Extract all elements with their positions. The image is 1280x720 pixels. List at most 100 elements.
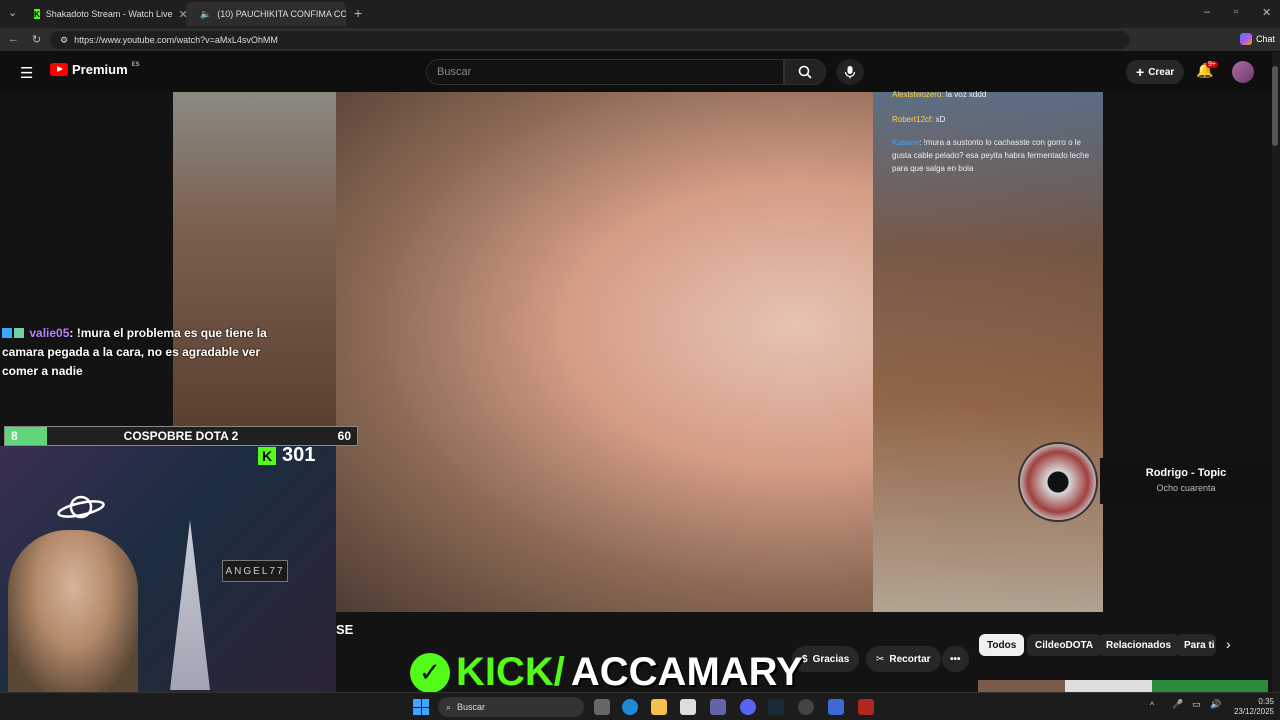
chip-label: Para ti xyxy=(1184,639,1215,651)
chevron-right-icon[interactable]: › xyxy=(1226,636,1231,652)
overlay-chat-user: Kusane xyxy=(892,138,920,147)
maximize-icon[interactable]: ▫ xyxy=(1234,6,1238,18)
kick-favicon-icon: K xyxy=(34,9,40,19)
tab-kick[interactable]: K Shakadoto Stream - Watch Live ✕ xyxy=(26,2,186,26)
new-tab-plus-icon[interactable]: + xyxy=(354,5,362,21)
logo-text: Premium xyxy=(72,62,128,77)
copilot-chat-button[interactable]: Chat xyxy=(1240,33,1275,45)
task-view-icon[interactable] xyxy=(594,699,610,715)
music-disc-icon xyxy=(1018,442,1098,522)
file-explorer-icon[interactable] xyxy=(651,699,667,715)
copilot-icon xyxy=(1240,33,1252,45)
search-placeholder: Buscar xyxy=(437,66,472,78)
youtube-search-input[interactable]: Buscar xyxy=(426,59,784,85)
notification-badge: 9+ xyxy=(1206,61,1218,68)
clock-date: 23/12/2025 xyxy=(1233,707,1274,716)
overlay-chat-user: Robert12cf: xyxy=(892,115,934,124)
chip-for-you[interactable]: Para ti xyxy=(1176,634,1216,656)
music-subtitle: Ocho cuarenta xyxy=(1156,483,1216,493)
teams-icon[interactable] xyxy=(710,699,726,715)
name-sign: ANGEL77 xyxy=(222,560,288,582)
clock[interactable]: 0:35 23/12/2025 xyxy=(1226,697,1274,717)
kick-banner-prefix: KICK/ xyxy=(456,650,565,694)
voice-search-button[interactable] xyxy=(836,59,864,85)
verified-check-icon: ✓ xyxy=(410,652,450,693)
thanks-label: Gracias xyxy=(812,653,850,665)
chip-label: Todos xyxy=(987,639,1017,651)
browser-tab-bar: ⌄ K Shakadoto Stream - Watch Live ✕ 🔈 (1… xyxy=(0,0,1280,28)
clip-button[interactable]: ✂ Recortar xyxy=(866,646,941,672)
back-arrow-icon[interactable]: ← xyxy=(8,33,19,45)
chip-label: CildeoDOTA xyxy=(1035,639,1094,651)
chat-badge-icon xyxy=(14,328,24,338)
viewer-count-value: 301 xyxy=(282,444,316,466)
page-scrollbar[interactable] xyxy=(1272,52,1280,692)
avatar[interactable] xyxy=(1232,61,1254,83)
clock-time: 0:35 xyxy=(1258,697,1274,706)
chat-username: valie05 xyxy=(29,326,70,340)
url-text: https://www.youtube.com/watch?v=aMxL4svO… xyxy=(74,35,278,45)
youtube-play-icon xyxy=(50,63,68,76)
planet-icon xyxy=(57,495,105,519)
search-icon xyxy=(798,65,812,79)
url-field[interactable]: ⚙ https://www.youtube.com/watch?v=aMxL4s… xyxy=(50,31,1130,49)
vote-right-count: 60 xyxy=(337,429,351,443)
tab-menu-chevron-icon[interactable]: ⌄ xyxy=(8,6,17,19)
vote-bar: 8 COSPOBRE DOTA 2 60 xyxy=(4,426,358,446)
discord-icon[interactable] xyxy=(740,699,756,715)
tray-chevron-icon[interactable]: ^ xyxy=(1150,700,1154,710)
more-actions-button[interactable]: ••• xyxy=(942,646,969,672)
kick-banner-name: ACCAMARY xyxy=(570,650,803,694)
tray-mic-icon[interactable]: 🎤 xyxy=(1172,699,1183,710)
settings-icon[interactable] xyxy=(828,699,844,715)
create-label: Crear xyxy=(1148,66,1175,78)
close-tab-icon[interactable]: ✕ xyxy=(179,8,186,21)
overlay-chat-text: : !mura a sustonto lo cachasste con gorr… xyxy=(892,138,1090,173)
windows-start-icon[interactable] xyxy=(413,699,429,715)
steam-icon[interactable] xyxy=(768,699,784,715)
windows-taskbar: ⌕ Buscar ^ 🎤 ▭ 🔊 0:35 23/12/2025 xyxy=(0,692,1280,720)
chat-message: valie05: !mura el problema es que tiene … xyxy=(2,324,292,381)
chip-channel[interactable]: CildeoDOTA xyxy=(1027,634,1102,656)
microphone-icon xyxy=(844,66,856,79)
window-close-icon[interactable]: ✕ xyxy=(1262,6,1271,19)
volume-icon[interactable]: 🔊 xyxy=(1210,699,1221,710)
site-info-icon[interactable]: ⚙ xyxy=(60,35,68,46)
network-icon[interactable]: ▭ xyxy=(1192,699,1201,710)
overlay-chat-text: xD xyxy=(935,115,946,124)
chip-all[interactable]: Todos xyxy=(979,634,1025,656)
tab-title: (10) PAUCHIKITA CONFIMA CO... xyxy=(217,9,346,19)
logo-region: ES xyxy=(131,62,140,68)
obs-icon[interactable] xyxy=(798,699,814,715)
dota-icon[interactable] xyxy=(858,699,874,715)
scrollbar-thumb[interactable] xyxy=(1272,66,1278,146)
taskbar-search-placeholder: Buscar xyxy=(457,702,486,712)
chip-related[interactable]: Relacionados xyxy=(1098,634,1180,656)
music-widget: Rodrigo - Topic Ocho cuarenta xyxy=(1100,458,1272,504)
chat-badge-icon xyxy=(2,328,12,338)
youtube-header: ☰ Premium ES Buscar + Crear 🔔 9+ xyxy=(0,52,1280,92)
store-icon[interactable] xyxy=(680,699,696,715)
clip-label: Recortar xyxy=(889,653,931,665)
recommended-thumbnails[interactable] xyxy=(978,680,1268,692)
youtube-logo[interactable]: Premium ES xyxy=(50,62,140,77)
reload-icon[interactable]: ↻ xyxy=(32,33,41,46)
partial-title-text: SE xyxy=(336,622,354,637)
vote-label: COSPOBRE DOTA 2 xyxy=(123,429,239,443)
speaker-icon[interactable]: 🔈 xyxy=(200,9,211,20)
chip-label: Relacionados xyxy=(1106,639,1172,651)
tab-title: Shakadoto Stream - Watch Live xyxy=(45,9,173,19)
hamburger-menu-icon[interactable]: ☰ xyxy=(20,64,33,82)
viewer-count: K 301 xyxy=(258,444,315,467)
search-button[interactable] xyxy=(784,59,826,85)
tab-youtube[interactable]: 🔈 (10) PAUCHIKITA CONFIMA CO... ✕ xyxy=(186,2,346,26)
create-button[interactable]: + Crear xyxy=(1126,60,1185,84)
scissors-icon: ✂ xyxy=(876,653,885,665)
browser-address-bar: ← ↻ ⚙ https://www.youtube.com/watch?v=aM… xyxy=(0,28,1280,52)
more-icon: ••• xyxy=(950,653,961,665)
music-title: Rodrigo - Topic xyxy=(1145,467,1227,479)
minimize-icon[interactable]: – xyxy=(1204,6,1210,18)
edge-icon[interactable] xyxy=(622,699,638,715)
kick-k-icon: K xyxy=(258,446,276,465)
taskbar-search-input[interactable]: ⌕ Buscar xyxy=(438,697,584,717)
